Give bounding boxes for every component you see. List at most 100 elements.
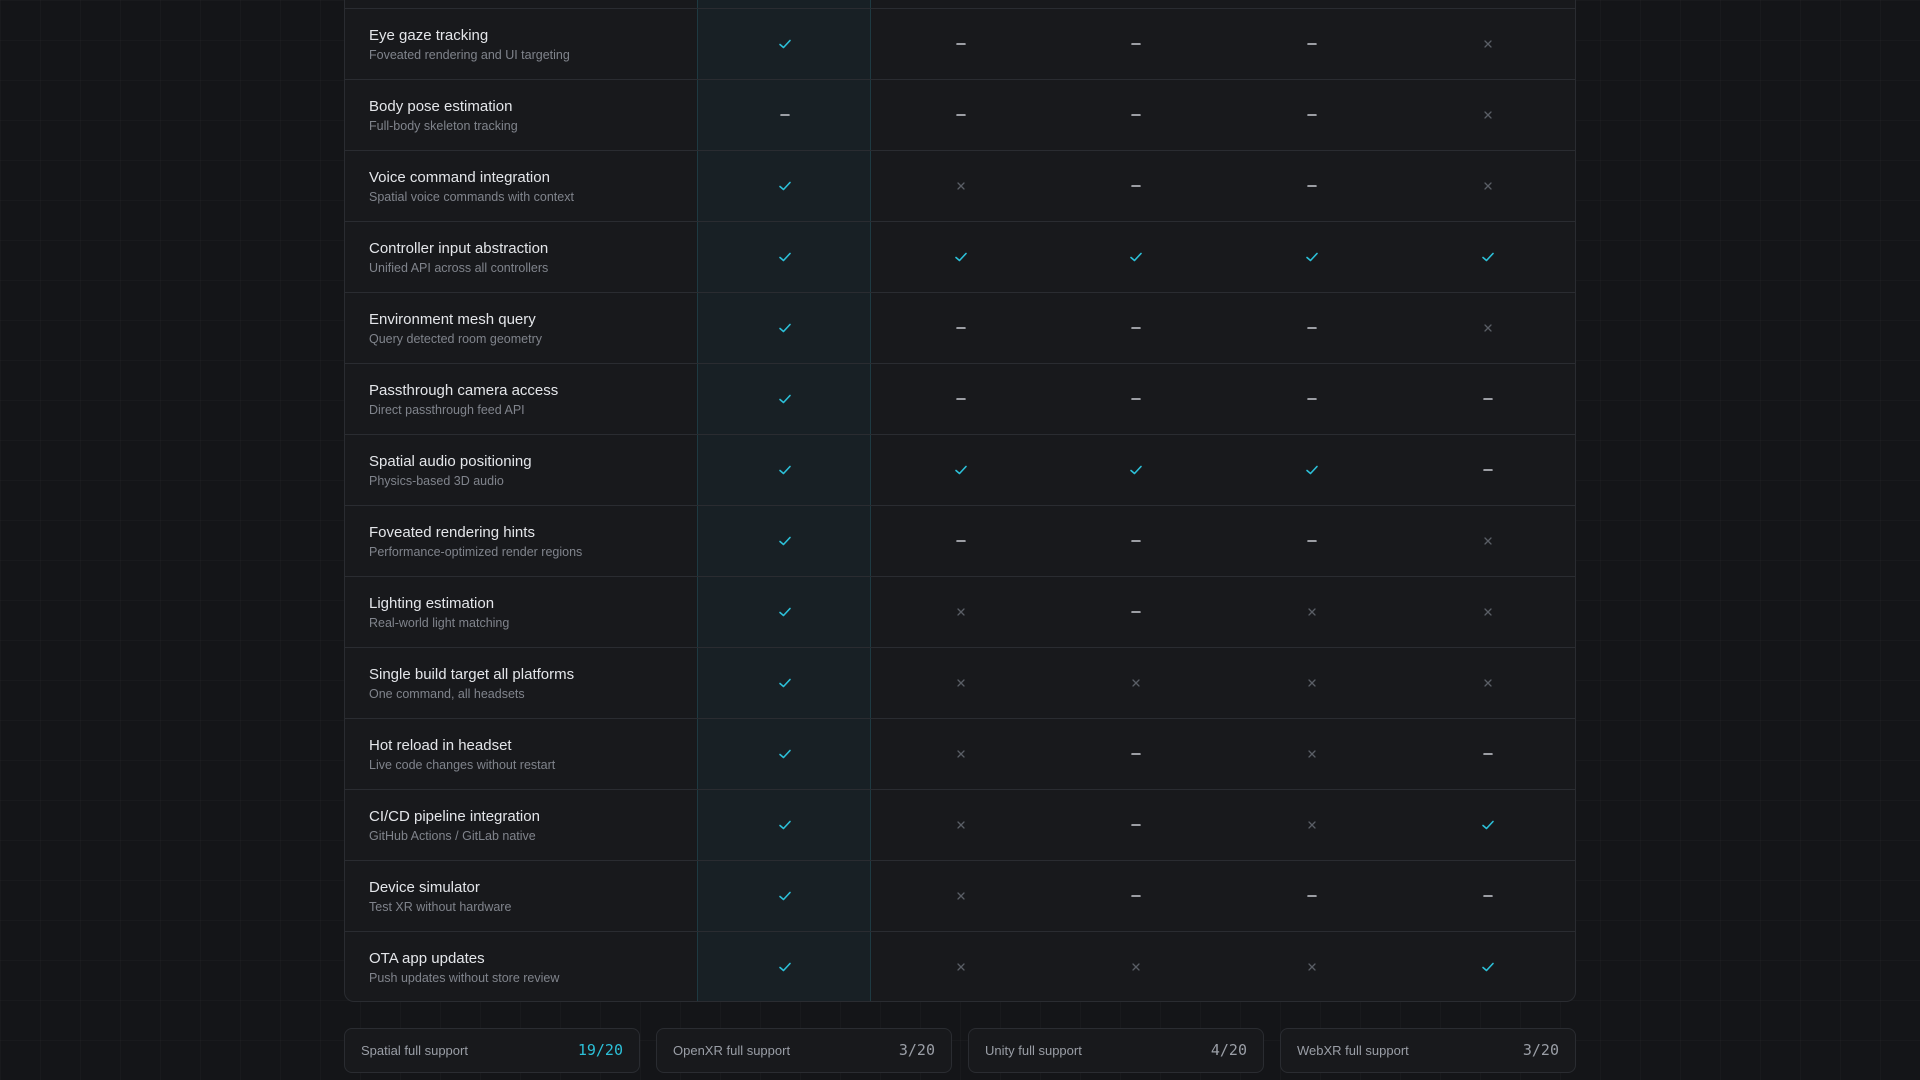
table-row: OTA app updates Push updates without stor…: [345, 931, 1575, 1001]
support-cell: [1224, 80, 1400, 150]
comparison-page: Eye gaze tracking Foveated rendering and …: [0, 0, 1920, 1080]
support-cell: [1048, 506, 1224, 576]
support-cell: [1400, 9, 1575, 79]
feature-name: Controller input abstraction: [369, 240, 549, 257]
cross-icon: [1308, 750, 1316, 758]
support-cell: [1048, 648, 1224, 718]
dash-icon: [1131, 824, 1141, 826]
feature-cell: Spatial audio positioning Physics-based 3…: [369, 453, 532, 489]
feature-description: Performance-optimized render regions: [369, 545, 583, 559]
feature-description: Direct passthrough feed API: [369, 403, 525, 417]
support-cell: [1048, 222, 1224, 292]
check-icon: [955, 252, 967, 262]
feature-name: Foveated rendering hints: [369, 524, 535, 541]
feature-cell: Controller input abstraction Unified API …: [369, 240, 548, 276]
cross-icon: [957, 963, 965, 971]
support-cell: [873, 80, 1049, 150]
support-cell: [697, 506, 873, 576]
feature-cell: CI/CD pipeline integration GitHub Actions…: [369, 808, 540, 844]
feature-name: OTA app updates: [369, 950, 485, 967]
cross-icon: [1308, 963, 1316, 971]
dash-icon: [1131, 43, 1141, 45]
support-cell: [873, 577, 1049, 647]
dash-icon: [956, 327, 966, 329]
check-icon: [779, 749, 791, 759]
cross-icon: [1484, 608, 1492, 616]
support-cell: [697, 222, 873, 292]
support-cell: [1048, 151, 1224, 221]
feature-description: Foveated rendering and UI targeting: [369, 48, 570, 62]
table-row: Body pose estimation Full-body skeleton t…: [345, 79, 1575, 150]
check-icon: [779, 181, 791, 191]
support-cell: [697, 932, 873, 1001]
dash-icon: [1131, 895, 1141, 897]
feature-name: Passthrough camera access: [369, 382, 559, 399]
feature-description: GitHub Actions / GitLab native: [369, 829, 536, 843]
support-cell: [1224, 861, 1400, 931]
check-icon: [1130, 252, 1142, 262]
feature-name: Environment mesh query: [369, 311, 536, 328]
feature-cell: Device simulator Test XR without hardware: [369, 879, 511, 915]
cross-icon: [1484, 537, 1492, 545]
summary-label: Unity full support: [985, 1043, 1082, 1058]
dash-icon: [956, 398, 966, 400]
dash-icon: [780, 114, 790, 116]
support-cell: [697, 364, 873, 434]
summary-count: 3/20: [898, 1041, 935, 1059]
table-row: Device simulator Test XR without hardware: [345, 860, 1575, 931]
summary-label: WebXR full support: [1297, 1043, 1409, 1058]
support-cell: [1224, 577, 1400, 647]
support-cell: [1224, 719, 1400, 789]
feature-cell: Passthrough camera access Direct passthro…: [369, 382, 558, 418]
feature-description: Live code changes without restart: [369, 758, 556, 772]
support-cell: [1224, 932, 1400, 1001]
table-row: Single build target all platforms One com…: [345, 647, 1575, 718]
feature-description: Test XR without hardware: [369, 900, 512, 914]
feature-description: Unified API across all controllers: [369, 261, 549, 275]
dash-icon: [1483, 469, 1493, 471]
support-cell: [1048, 435, 1224, 505]
check-icon: [779, 465, 791, 475]
support-cell: [697, 719, 873, 789]
feature-name: Hot reload in headset: [369, 737, 512, 754]
support-cell: [1224, 9, 1400, 79]
support-cell: [1048, 80, 1224, 150]
feature-name: Spatial audio positioning: [369, 453, 532, 470]
check-icon: [779, 394, 791, 404]
dash-icon: [1307, 114, 1317, 116]
table-row: Lighting estimation Real-world light matc…: [345, 576, 1575, 647]
feature-name: Body pose estimation: [369, 98, 513, 115]
support-cell: [873, 364, 1049, 434]
cross-icon: [1484, 40, 1492, 48]
support-cell: [1400, 151, 1575, 221]
dash-icon: [1307, 185, 1317, 187]
cross-icon: [1132, 679, 1140, 687]
cross-icon: [1484, 324, 1492, 332]
support-cell: [873, 790, 1049, 860]
support-cell: [697, 293, 873, 363]
feature-cell: Hot reload in headset Live code changes w…: [369, 737, 555, 773]
support-cell: [1224, 648, 1400, 718]
dash-icon: [1131, 327, 1141, 329]
feature-name: Single build target all platforms: [369, 666, 575, 683]
support-cell: [873, 932, 1049, 1001]
support-cell: [1400, 648, 1575, 718]
support-cell: [873, 222, 1049, 292]
summary-card: OpenXR full support 3/20: [656, 1028, 952, 1073]
check-icon: [1306, 252, 1318, 262]
check-icon: [779, 323, 791, 333]
support-cell: [1224, 293, 1400, 363]
feature-description: One command, all headsets: [369, 687, 525, 701]
feature-description: Real-world light matching: [369, 616, 510, 630]
table-row: Hot reload in headset Live code changes w…: [345, 718, 1575, 789]
support-cell: [873, 9, 1049, 79]
feature-cell: Environment mesh query Query detected roo…: [369, 311, 542, 347]
cross-icon: [957, 679, 965, 687]
feature-cell: OTA app updates Push updates without stor…: [369, 950, 559, 986]
check-icon: [779, 678, 791, 688]
check-icon: [779, 607, 791, 617]
feature-cell: Single build target all platforms One com…: [369, 666, 574, 702]
check-icon: [1482, 962, 1494, 972]
check-icon: [779, 252, 791, 262]
table-row: Voice command integration Spatial voice c…: [345, 150, 1575, 221]
